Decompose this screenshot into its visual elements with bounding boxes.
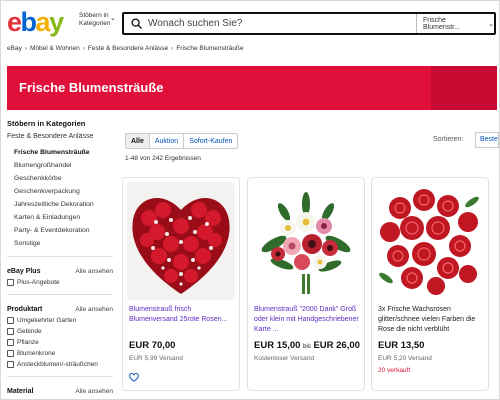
listing-shipping: Kostenloser Versand: [254, 355, 314, 362]
listing-price: EUR 70,00: [129, 340, 176, 351]
sidebar-item-geschenkverpackung[interactable]: Geschenkverpackung: [7, 185, 113, 198]
category-select-label: Frische Blumenstr...: [423, 16, 460, 31]
filter-section-ebay-plus: eBay Plus Alle ansehen: [7, 265, 113, 277]
page-title: Frische Blumensträuße: [19, 80, 164, 95]
breadcrumb-current: Frische Blumensträuße: [176, 45, 244, 52]
ebay-logo[interactable]: ebay: [7, 7, 64, 37]
checkbox[interactable]: [7, 328, 14, 335]
sidebar-item-karten-einladungen[interactable]: Karten & Einladungen: [7, 211, 113, 224]
price-from: EUR 15,00: [254, 340, 301, 351]
listing-type-tabs: Alle Auktion Sofort-Kaufen: [125, 133, 239, 149]
sort-dropdown[interactable]: Beste: [475, 132, 499, 148]
chevron-down-icon: ⌄: [488, 20, 494, 28]
breadcrumb: eBay › Möbel & Wohnen › Feste & Besondere …: [7, 45, 244, 52]
filter-section-material: Material Alle ansehen: [7, 385, 113, 397]
product-image-mixed-bouquet[interactable]: [252, 182, 360, 300]
see-all-link[interactable]: Alle ansehen: [75, 306, 113, 313]
listing-card[interactable]: Blumenstrauß "2000 Dank" Groß oder klein…: [247, 177, 365, 391]
search-input[interactable]: [148, 14, 416, 33]
category-banner: Frische Blumensträuße: [7, 66, 497, 110]
filter-section-title: Material: [7, 387, 34, 395]
checkbox[interactable]: [7, 317, 14, 324]
checkbox-label: Gebinde: [17, 328, 42, 335]
sort-label: Sortieren:: [433, 136, 464, 143]
see-all-link[interactable]: Alle ansehen: [75, 388, 113, 395]
tab-auktion[interactable]: Auktion: [150, 134, 185, 148]
breadcrumb-item[interactable]: Feste & Besondere Anlässe: [88, 45, 168, 52]
chevron-down-icon: ⌄: [110, 15, 116, 22]
banner-decoration: [431, 66, 497, 110]
sidebar-item-geschenkkoerbe[interactable]: Geschenkkörbe: [7, 172, 113, 185]
see-all-link[interactable]: Alle ansehen: [75, 268, 113, 275]
product-image-wax-roses[interactable]: [376, 182, 484, 300]
filter-checkbox-umgekehrter-garten[interactable]: Umgekehrter Garten: [7, 315, 113, 326]
sidebar-item-party-eventdekoration[interactable]: Party- & Eventdekoration: [7, 224, 113, 237]
search-icon: [124, 14, 148, 33]
sidebar-heading: Stöbern in Kategorien: [7, 119, 86, 128]
checkbox-label: Ansteckblumen/-sträußchen: [17, 361, 98, 368]
filter-checkbox-pflanze[interactable]: Pflanze: [7, 337, 113, 348]
category-select[interactable]: Frische Blumenstr... ⌄: [416, 14, 494, 33]
listing-title[interactable]: Blumenstrauß "2000 Dank" Groß oder klein…: [254, 305, 362, 335]
checkbox[interactable]: [7, 339, 14, 346]
checkbox-label: Pflanze: [17, 339, 39, 346]
sidebar-item-jahreszeitliche-dekoration[interactable]: Jahreszeitliche Dekoration: [7, 198, 113, 211]
chevron-right-icon: ›: [82, 45, 85, 52]
tab-alle[interactable]: Alle: [126, 134, 150, 148]
listing-shipping: EUR 5,99 Versand: [129, 355, 183, 362]
sold-count: 20 verkauft: [378, 367, 411, 374]
heart-icon[interactable]: [129, 369, 139, 387]
price-range-separator: bis: [303, 344, 311, 350]
sidebar-parent-category[interactable]: Feste & Besondere Anlässe: [7, 133, 113, 140]
listing-price: EUR 13,50: [378, 340, 425, 351]
filter-section-title: Produktart: [7, 305, 43, 313]
checkbox[interactable]: [7, 361, 14, 368]
listing-card[interactable]: 3x Frische Wachsrosen glitter/schnee vie…: [371, 177, 489, 391]
filter-checkbox-plus-angebote[interactable]: Plus-Angebote: [7, 277, 113, 288]
tab-sofort-kaufen[interactable]: Sofort-Kaufen: [184, 134, 237, 148]
search-bar: Frische Blumenstr... ⌄: [122, 12, 496, 35]
checkbox-label: Plus-Angebote: [17, 279, 60, 286]
filter-checkbox-ansteckblumen[interactable]: Ansteckblumen/-sträußchen: [7, 359, 113, 370]
breadcrumb-item[interactable]: eBay: [7, 45, 22, 52]
results-count: 1-48 von 242 Ergebnissen: [125, 155, 201, 162]
divider: [7, 294, 113, 295]
checkbox[interactable]: [7, 350, 14, 357]
chevron-right-icon: ›: [171, 45, 174, 52]
checkbox-label: Umgekehrter Garten: [17, 317, 77, 324]
sidebar-item-frische-blumenstraeusse[interactable]: Frische Blumensträuße: [7, 146, 113, 159]
checkbox[interactable]: [7, 279, 14, 286]
product-image-red-rose-heart[interactable]: [127, 182, 235, 300]
chevron-right-icon: ›: [24, 45, 27, 52]
divider: [7, 376, 113, 377]
listing-card[interactable]: Blumenstrauß frisch Blumenversand 25rote…: [122, 177, 240, 391]
header: ebay Stöbern in Kategorien ⌄ Frische Blu…: [1, 1, 500, 43]
filter-section-title: eBay Plus: [7, 267, 41, 275]
filter-section-produktart: Produktart Alle ansehen: [7, 303, 113, 315]
listing-price: EUR 15,00 bis EUR 26,00: [254, 340, 360, 351]
breadcrumb-item[interactable]: Möbel & Wohnen: [30, 45, 80, 52]
sidebar-item-sonstige[interactable]: Sonstige: [7, 237, 113, 250]
sidebar-item-blumengrosshandel[interactable]: Blumengroßhandel: [7, 159, 113, 172]
listing-title[interactable]: 3x Frische Wachsrosen glitter/schnee vie…: [378, 305, 486, 335]
divider: [7, 256, 113, 257]
listing-shipping: EUR 5,20 Versand: [378, 355, 432, 362]
sidebar: Stöbern in Kategorien Feste & Besondere …: [7, 119, 113, 397]
listing-title[interactable]: Blumenstrauß frisch Blumenversand 25rote…: [129, 305, 237, 325]
price-to: EUR 26,00: [313, 340, 360, 351]
checkbox-label: Blumenkrone: [17, 350, 56, 357]
filter-checkbox-gebinde[interactable]: Gebinde: [7, 326, 113, 337]
filter-checkbox-blumenkrone[interactable]: Blumenkrone: [7, 348, 113, 359]
